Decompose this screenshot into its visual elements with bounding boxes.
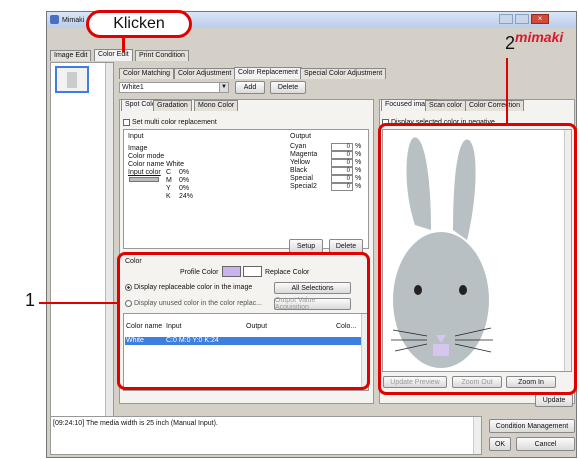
output-magenta-label: Magenta [290, 151, 318, 158]
output-black-spinner[interactable]: 0 [331, 167, 353, 175]
annotation-1: 1 [25, 290, 36, 310]
output-black-label: Black [290, 167, 308, 174]
window-title: Mimaki [62, 17, 85, 24]
klicken-pointer [122, 38, 125, 52]
color-set-select[interactable]: White1 ▼ [119, 82, 229, 93]
multi-replace-label: Set multi color replacement [131, 119, 217, 126]
output-row-magenta: Magenta 0 % [290, 151, 366, 159]
output-yellow-spinner[interactable]: 0 [331, 159, 353, 167]
multi-replace-checkbox-row[interactable]: Set multi color replacement [123, 118, 217, 127]
output-special-spinner[interactable]: 0 [331, 175, 353, 183]
output-yellow-label: Yellow [290, 159, 310, 166]
output-row-special: Special 0 % [290, 175, 366, 183]
output-magenta-spinner[interactable]: 0 [331, 151, 353, 159]
maximize-button[interactable] [515, 14, 529, 24]
thumbnail-item[interactable] [55, 66, 89, 93]
minimize-button[interactable] [499, 14, 513, 24]
tab-print-condition[interactable]: Print Condition [135, 50, 189, 61]
output-special2-label: Special2 [290, 183, 317, 190]
tab-special-color-adjustment[interactable]: Special Color Adjustment [300, 68, 387, 79]
app-icon [50, 15, 59, 24]
tab-color-edit[interactable]: Color Edit [94, 49, 133, 61]
input-color-swatch [129, 177, 159, 182]
cancel-button[interactable]: Cancel [516, 437, 575, 451]
setup-button[interactable]: Setup [289, 239, 323, 253]
condition-management-button[interactable]: Condition Management [489, 419, 575, 433]
input-output-box: Input Image Color mode Color name White … [123, 129, 369, 253]
output-row-special2: Special2 0 % [290, 183, 366, 191]
output-magenta-unit: % [355, 151, 362, 158]
mimaki-logo: mimaki [515, 29, 564, 45]
output-cyan-unit: % [355, 143, 362, 150]
multi-replace-checkbox[interactable] [123, 118, 130, 126]
input-k-value: 24% [179, 193, 194, 200]
tab-mono-color[interactable]: Mono Color [194, 100, 239, 111]
chevron-down-icon[interactable]: ▼ [219, 83, 228, 92]
callout-preview [378, 123, 577, 395]
output-special2-unit: % [355, 183, 362, 190]
output-cyan-label: Cyan [290, 143, 307, 150]
callout-2-line [506, 58, 508, 124]
output-row-yellow: Yellow 0 % [290, 159, 366, 167]
output-special-unit: % [355, 175, 362, 182]
tab-image-edit[interactable]: Image Edit [50, 50, 92, 61]
thumbnail-image [67, 72, 77, 88]
log-area: [09:24:10] The media width is 25 inch (M… [50, 416, 482, 455]
tab-color-replacement[interactable]: Color Replacement [234, 67, 302, 79]
thumbnail-list [50, 62, 114, 417]
output-rows: Cyan 0 % Magenta 0 % Yellow 0 % Black 0 … [290, 143, 366, 191]
log-message: [09:24:10] The media width is 25 inch (M… [53, 420, 218, 427]
thumbnail-scrollbar[interactable] [105, 63, 113, 416]
input-color-label: Input color [128, 169, 161, 176]
input-heading: Input [128, 133, 144, 140]
tab-color-adjustment[interactable]: Color Adjustment [174, 68, 236, 79]
output-yellow-unit: % [355, 159, 362, 166]
log-scrollbar[interactable] [473, 417, 481, 454]
output-delete-button[interactable]: Delete [329, 239, 363, 253]
output-row-cyan: Cyan 0 % [290, 143, 366, 151]
output-cyan-spinner[interactable]: 0 [331, 143, 353, 151]
delete-button[interactable]: Delete [270, 81, 306, 94]
tab-color-correction[interactable]: Color Correction [465, 100, 524, 111]
klicken-callout: Klicken [86, 10, 192, 38]
input-k-label: K [166, 193, 171, 200]
tab-scan-color[interactable]: Scan color [425, 100, 467, 111]
output-special2-spinner[interactable]: 0 [331, 183, 353, 191]
update-button[interactable]: Update [535, 394, 573, 407]
tab-gradation[interactable]: Gradation [153, 100, 192, 111]
callout-color-section [117, 252, 370, 390]
annotation-2: 2 [505, 33, 516, 53]
add-button[interactable]: Add [235, 81, 265, 94]
output-row-black: Black 0 % [290, 167, 366, 175]
output-special-label: Special [290, 175, 313, 182]
close-button[interactable]: × [531, 14, 549, 24]
callout-1-line [39, 302, 119, 304]
output-black-unit: % [355, 167, 362, 174]
ok-button[interactable]: OK [489, 437, 511, 451]
tab-color-matching[interactable]: Color Matching [119, 68, 175, 79]
color-set-value: White1 [122, 84, 144, 91]
output-heading: Output [290, 133, 312, 140]
